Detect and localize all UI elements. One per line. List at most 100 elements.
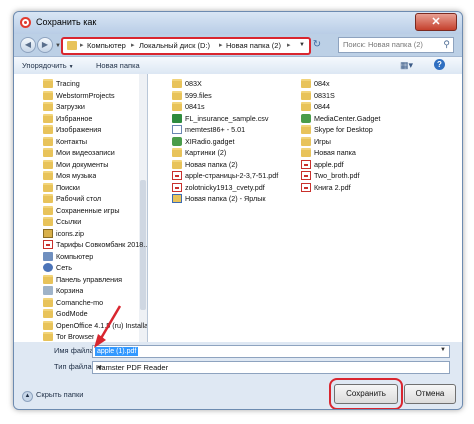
- sidebar-item[interactable]: Рабочий стол: [14, 193, 142, 205]
- sidebar-item[interactable]: Панель управления: [14, 274, 142, 286]
- file-item-label: Новая папка: [314, 148, 356, 157]
- file-item-label: zolotnicky1913_cvety.pdf: [185, 182, 265, 192]
- breadcrumb-separator[interactable]: ▸: [80, 41, 84, 49]
- sidebar-item[interactable]: Избранное: [14, 113, 142, 125]
- filetype-label: Тип файла:: [54, 362, 94, 371]
- view-options-icon[interactable]: ▦▾: [400, 60, 413, 71]
- pdf-icon: [301, 159, 311, 169]
- gadget-icon: [301, 113, 311, 123]
- hide-folders-label: Скрыть папки: [36, 390, 84, 399]
- folder-icon: [43, 205, 53, 215]
- breadcrumb-separator[interactable]: ▸: [131, 41, 135, 49]
- window-title: Сохранить как: [36, 17, 97, 27]
- folder-icon: [301, 79, 311, 88]
- filetype-select[interactable]: Hamster PDF Reader ▼: [92, 361, 450, 374]
- sidebar-item-label: Контакты: [56, 136, 88, 146]
- file-item-label: apple.pdf: [314, 159, 344, 169]
- sidebar-item-label: Компьютер: [56, 251, 94, 261]
- file-item-label: 599.files: [185, 90, 212, 100]
- address-dropdown-icon[interactable]: ▼: [299, 42, 305, 48]
- sidebar-item[interactable]: Тарифы Совкомбанк 2018...: [14, 239, 147, 251]
- trash-icon: [43, 286, 53, 295]
- save-button[interactable]: Сохранить: [334, 384, 398, 404]
- organize-label: Упорядочить: [22, 61, 67, 70]
- search-icon[interactable]: ⚲: [443, 39, 450, 50]
- folder-icon: [43, 79, 53, 88]
- sidebar-item-label: Панель управления: [56, 274, 123, 284]
- search-placeholder: Поиск: Новая папка (2): [343, 40, 423, 49]
- search-input[interactable]: Поиск: Новая папка (2) ⚲: [338, 37, 454, 53]
- breadcrumb-computer[interactable]: Компьютер: [87, 41, 126, 50]
- sidebar-item[interactable]: Ссылки: [14, 216, 142, 228]
- folder-icon: [43, 182, 53, 192]
- sidebar-item[interactable]: Tracing: [14, 78, 142, 90]
- address-bar[interactable]: ▸ Компьютер ▸ Локальный диск (D:) ▸ Нова…: [61, 37, 311, 55]
- chevron-down-icon[interactable]: ▼: [96, 363, 446, 372]
- folder-icon: [43, 332, 53, 341]
- folder-icon: [301, 125, 311, 134]
- breadcrumb-new-folder-2[interactable]: Новая папка (2): [226, 41, 281, 50]
- folder-icon: [43, 171, 53, 180]
- sidebar-item[interactable]: Моя музыка: [14, 170, 142, 182]
- file-item-label: MediaCenter.Gadget: [314, 113, 381, 123]
- sidebar-item[interactable]: Контакты: [14, 136, 142, 148]
- refresh-icon[interactable]: ↻: [310, 38, 324, 52]
- link-icon: [172, 194, 182, 203]
- folder-icon: [67, 41, 77, 50]
- chevron-down-icon[interactable]: ▼: [440, 347, 446, 353]
- file-item-label: apple-страницы-2-3,7-51.pdf: [185, 171, 279, 180]
- pdf-icon: [301, 171, 311, 180]
- cancel-button[interactable]: Отмена: [404, 384, 456, 404]
- file-item-label: 083X: [185, 79, 202, 88]
- sidebar-item[interactable]: Сохраненные игры: [14, 205, 142, 217]
- folder-icon: [43, 148, 53, 157]
- sidebar-item[interactable]: Корзина: [14, 285, 142, 297]
- sidebar-item[interactable]: Сеть: [14, 262, 142, 274]
- hide-folders-button[interactable]: ▲ Скрыть папки: [22, 390, 83, 402]
- folder-icon: [172, 159, 182, 169]
- folder-icon: [43, 274, 53, 284]
- sidebar-item[interactable]: WebstormProjects: [14, 90, 142, 102]
- sidebar-item[interactable]: Поиски: [14, 182, 142, 194]
- file-item-label: 084x: [314, 79, 330, 88]
- title-bar[interactable]: Сохранить как ✕: [14, 12, 462, 34]
- gadget-icon: [172, 136, 182, 146]
- file-item-label: 0841s: [185, 102, 205, 111]
- breadcrumb-separator[interactable]: ▸: [287, 41, 291, 49]
- file-item-label: 0844: [314, 102, 330, 111]
- help-icon[interactable]: ?: [434, 59, 445, 70]
- pdf-icon: [172, 171, 182, 180]
- folder-icon: [43, 297, 53, 307]
- organize-button[interactable]: Упорядочить ▼: [22, 61, 74, 70]
- back-button[interactable]: ◀: [20, 37, 36, 53]
- breadcrumb-separator[interactable]: ▸: [219, 41, 223, 49]
- folder-icon: [172, 148, 182, 157]
- folder-icon: [43, 309, 53, 318]
- sidebar-item-label: Загрузки: [56, 102, 85, 111]
- file-item-label: Игры: [314, 136, 331, 146]
- sidebar-item[interactable]: Мои видеозаписи: [14, 147, 142, 159]
- sidebar-item[interactable]: Компьютер: [14, 251, 142, 263]
- pdf-icon: [172, 182, 182, 192]
- sidebar-item[interactable]: Мои документы: [14, 159, 142, 171]
- sidebar-item[interactable]: Загрузки: [14, 101, 142, 113]
- breadcrumb-disk-d[interactable]: Локальный диск (D:): [139, 41, 210, 50]
- folder-icon: [43, 125, 53, 134]
- sidebar-item-label: Тарифы Совкомбанк 2018...: [56, 240, 148, 249]
- file-list[interactable]: 083X 599.files 0841s FL_insurance_sample.cs…: [148, 74, 462, 342]
- toolbar: Упорядочить ▼ Новая папка ▦▾ ?: [14, 56, 462, 76]
- sidebar-item[interactable]: Изображения: [14, 124, 142, 136]
- folder-icon: [43, 320, 53, 330]
- file-item-label: Two_broth.pdf: [314, 171, 360, 180]
- sheet-icon: [172, 113, 182, 123]
- forward-button[interactable]: ▶: [37, 37, 53, 53]
- new-folder-button[interactable]: Новая папка: [96, 61, 140, 70]
- folder-icon: [301, 90, 311, 100]
- close-button[interactable]: ✕: [415, 13, 457, 31]
- annotation-arrow: [94, 305, 122, 348]
- filename-input[interactable]: apple (1).pdf ▼: [92, 345, 450, 358]
- sidebar-item[interactable]: icons.zip: [14, 228, 142, 240]
- sidebar-item-label: Мои документы: [56, 159, 109, 169]
- sidebar-item-label: Избранное: [56, 113, 93, 123]
- folder-icon: [301, 136, 311, 146]
